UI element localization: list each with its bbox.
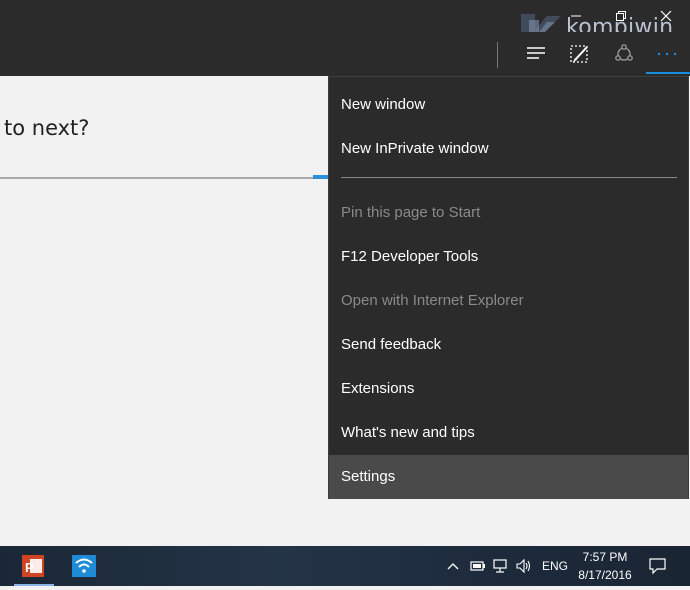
- page-heading: to next?: [4, 116, 90, 140]
- taskbar: P ENG 7:57 PM 8/17/2016: [0, 546, 690, 586]
- active-indicator: [646, 72, 690, 74]
- menu-item-new-window[interactable]: New window: [329, 83, 688, 127]
- toolbar-divider: [497, 42, 498, 68]
- restore-button[interactable]: [613, 8, 629, 24]
- taskbar-wifi-app-button[interactable]: [62, 549, 106, 586]
- close-button[interactable]: [658, 8, 674, 24]
- menu-item-pin-to-start[interactable]: Pin this page to Start: [329, 191, 688, 235]
- clock-date[interactable]: 8/17/2016: [576, 568, 634, 582]
- menu-item-new-inprivate-window[interactable]: New InPrivate window: [329, 127, 688, 171]
- powerpoint-icon: P: [22, 555, 44, 577]
- title-bar: kompiwin: [0, 0, 690, 48]
- menu-item-open-with-ie[interactable]: Open with Internet Explorer: [329, 279, 688, 323]
- hub-button[interactable]: [515, 32, 555, 76]
- browser-toolbar: [0, 32, 690, 76]
- share-icon: [615, 44, 633, 61]
- menu-item-whats-new-and-tips[interactable]: What's new and tips: [329, 411, 688, 455]
- menu-separator: [341, 177, 677, 178]
- more-icon: [657, 52, 677, 56]
- more-actions-button[interactable]: [646, 32, 690, 76]
- menu-item-f12-developer-tools[interactable]: F12 Developer Tools: [329, 235, 688, 279]
- wifi-app-icon: [72, 555, 96, 577]
- battery-icon[interactable]: [469, 559, 487, 573]
- network-icon[interactable]: [492, 558, 510, 574]
- search-box-underline[interactable]: [0, 177, 328, 179]
- web-note-icon: [570, 45, 588, 63]
- input-language-indicator[interactable]: ENG: [542, 559, 568, 573]
- menu-item-send-feedback[interactable]: Send feedback: [329, 323, 688, 367]
- chevron-up-icon[interactable]: [446, 560, 460, 572]
- clock-time[interactable]: 7:57 PM: [582, 550, 628, 564]
- action-center-icon[interactable]: [648, 556, 668, 576]
- menu-item-settings[interactable]: Settings: [329, 455, 688, 499]
- menu-item-extensions[interactable]: Extensions: [329, 367, 688, 411]
- hub-icon: [527, 47, 545, 59]
- more-actions-menu: New window New InPrivate window Pin this…: [328, 76, 689, 499]
- taskbar-powerpoint-button[interactable]: P: [12, 549, 56, 586]
- svg-text:P: P: [25, 560, 34, 575]
- share-button[interactable]: [603, 32, 643, 76]
- volume-icon[interactable]: [515, 558, 533, 574]
- search-box-accent: [313, 175, 328, 179]
- web-note-button[interactable]: [559, 32, 599, 76]
- minimize-button[interactable]: [568, 8, 584, 24]
